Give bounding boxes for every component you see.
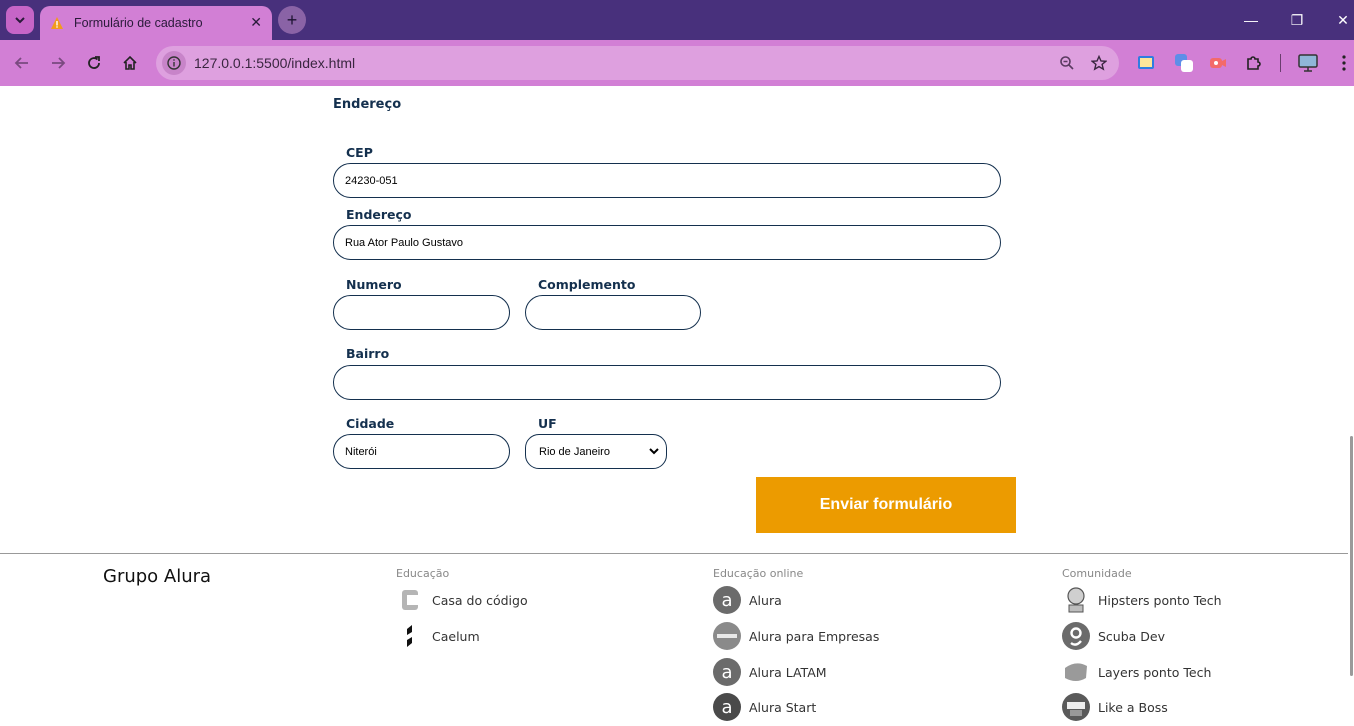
site-info-icon[interactable] <box>162 51 186 75</box>
footer-link-alura-start[interactable]: a Alura Start <box>713 693 816 721</box>
alura-empresas-logo-icon <box>713 622 741 650</box>
footer-link-label: Alura Start <box>749 699 817 715</box>
cep-label: CEP <box>346 145 373 160</box>
extension-translate-icon[interactable] <box>1135 52 1157 74</box>
arrow-left-icon <box>14 57 28 69</box>
svg-text:a: a <box>721 697 732 718</box>
footer-divider <box>0 553 1348 554</box>
arrow-right-icon <box>52 57 66 69</box>
address-bar[interactable]: 127.0.0.1:5500/index.html <box>156 46 1119 80</box>
back-button[interactable] <box>10 51 34 75</box>
bairro-input[interactable] <box>333 365 1001 400</box>
alura-logo-icon: a <box>713 586 741 614</box>
tab-search-button[interactable] <box>6 6 34 34</box>
extension-puzzle-blue-icon[interactable] <box>1173 52 1195 74</box>
endereco-label: Endereço <box>346 207 412 222</box>
footer-link-alura[interactable]: a Alura <box>713 586 782 614</box>
alura-start-logo-icon: a <box>713 693 741 721</box>
restore-button[interactable]: ❐ <box>1274 0 1320 40</box>
numero-input[interactable] <box>333 295 510 330</box>
endereco-input[interactable]: Rua Ator Paulo Gustavo <box>333 225 1001 260</box>
url-text[interactable]: 127.0.0.1:5500/index.html <box>194 55 1055 71</box>
close-window-button[interactable]: ✕ <box>1320 0 1354 40</box>
footer-link-hipsters[interactable]: Hipsters ponto Tech <box>1062 586 1222 614</box>
footer-link-label: Layers ponto Tech <box>1098 664 1212 680</box>
layers-logo-icon <box>1062 658 1090 686</box>
extension-record-icon[interactable] <box>1207 52 1229 74</box>
reload-icon <box>88 56 100 69</box>
submit-button[interactable]: Enviar formulário <box>756 477 1016 533</box>
footer-link-alura-latam[interactable]: a Alura LATAM <box>713 658 827 686</box>
footer-brand: Grupo Alura <box>103 566 212 587</box>
profile-icon[interactable] <box>1297 52 1319 74</box>
tab-close-icon[interactable]: ✕ <box>250 15 262 31</box>
footer-link-like-a-boss[interactable]: Like a Boss <box>1062 693 1168 721</box>
browser-toolbar: 127.0.0.1:5500/index.html <box>0 40 1354 86</box>
page-scrollbar[interactable] <box>1348 86 1354 726</box>
footer-link-label: Alura LATAM <box>749 664 827 680</box>
warning-favicon-icon <box>51 17 63 29</box>
active-tab[interactable]: Formulário de cadastro ✕ <box>40 6 272 40</box>
cidade-label: Cidade <box>346 416 395 431</box>
footer-link-label: Caelum <box>432 628 480 644</box>
home-button[interactable] <box>118 51 142 75</box>
footer-link-label: Alura <box>749 592 782 608</box>
minimize-button[interactable]: — <box>1228 0 1274 40</box>
footer-link-label: Alura para Empresas <box>749 628 880 644</box>
bookmark-star-icon[interactable] <box>1087 51 1111 75</box>
footer-link-label: Scuba Dev <box>1098 628 1166 644</box>
bairro-label: Bairro <box>346 346 390 361</box>
footer-link-label: Hipsters ponto Tech <box>1098 592 1222 608</box>
scuba-dev-logo-icon <box>1062 622 1090 650</box>
hipsters-logo-icon <box>1062 586 1090 614</box>
scrollbar-thumb[interactable] <box>1350 436 1353 676</box>
section-title: Endereço <box>333 97 402 112</box>
uf-select[interactable]: Rio de Janeiro <box>525 434 667 469</box>
forward-button[interactable] <box>46 51 70 75</box>
casa-do-codigo-logo-icon <box>396 586 424 614</box>
svg-text:a: a <box>721 662 732 683</box>
extensions-puzzle-icon[interactable] <box>1243 52 1265 74</box>
cep-input[interactable]: 24230-051 <box>333 163 1001 198</box>
chevron-down-icon <box>15 17 25 24</box>
uf-selected-value: Rio de Janeiro <box>539 445 610 458</box>
menu-kebab-icon[interactable] <box>1333 52 1354 74</box>
cidade-input[interactable]: Niterói <box>333 434 510 469</box>
footer-link-casa-do-codigo[interactable]: Casa do código <box>396 586 528 614</box>
footer-link-caelum[interactable]: Caelum <box>396 622 480 650</box>
numero-label: Numero <box>346 277 402 292</box>
footer-link-alura-para-empresas[interactable]: Alura para Empresas <box>713 622 879 650</box>
footer-link-scuba-dev[interactable]: Scuba Dev <box>1062 622 1165 650</box>
svg-text:a: a <box>721 590 732 611</box>
tab-strip: Formulário de cadastro ✕ + — ❐ ✕ <box>0 0 1354 40</box>
complemento-label: Complemento <box>538 277 636 292</box>
footer-link-label: Casa do código <box>432 592 528 608</box>
chevron-down-icon <box>649 448 659 455</box>
footer-link-layers[interactable]: Layers ponto Tech <box>1062 658 1211 686</box>
footer-col-title-comunidade: Comunidade <box>1062 567 1132 580</box>
footer-col-title-educacao: Educação <box>396 567 450 580</box>
caelum-logo-icon <box>396 622 424 650</box>
footer-link-label: Like a Boss <box>1098 699 1168 715</box>
like-a-boss-logo-icon <box>1062 693 1090 721</box>
reload-button[interactable] <box>82 51 106 75</box>
zoom-icon[interactable] <box>1055 51 1079 75</box>
new-tab-button[interactable]: + <box>278 6 306 34</box>
footer-col-title-educacao-online: Educação online <box>713 567 804 580</box>
uf-label: UF <box>538 416 557 431</box>
tab-title: Formulário de cadastro <box>74 16 203 30</box>
page-viewport: Endereço CEP 24230-051 Endereço Rua Ator… <box>0 86 1354 726</box>
complemento-input[interactable] <box>525 295 701 330</box>
home-icon <box>123 55 137 70</box>
toolbar-divider <box>1280 54 1281 72</box>
alura-latam-logo-icon: a <box>713 658 741 686</box>
